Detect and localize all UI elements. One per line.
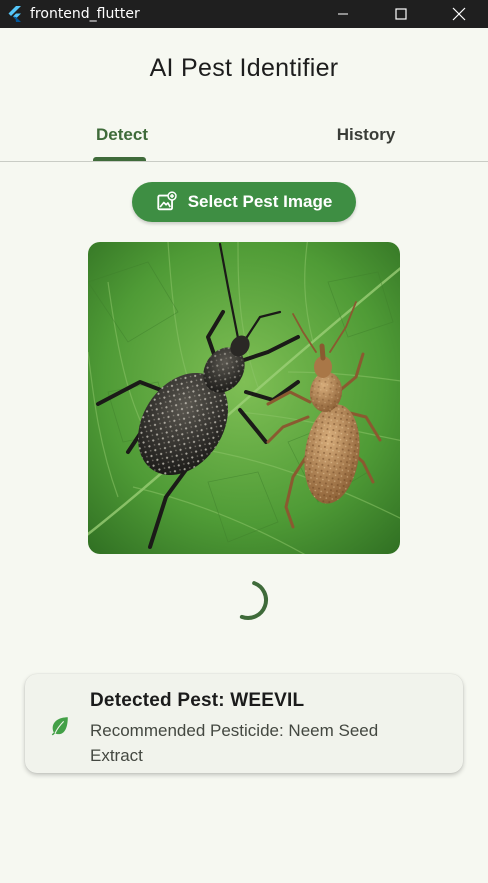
minimize-button[interactable] [314, 0, 372, 28]
tab-detect[interactable]: Detect [0, 108, 244, 161]
weevil-photo-illustration [88, 242, 400, 554]
maximize-button[interactable] [372, 0, 430, 28]
window-titlebar: frontend_flutter [0, 0, 488, 28]
page-title: AI Pest Identifier [149, 53, 339, 82]
flutter-logo-icon [8, 6, 21, 22]
tab-indicator [93, 157, 146, 161]
close-icon [452, 7, 466, 21]
select-pest-image-label: Select Pest Image [187, 192, 333, 211]
add-photo-icon [157, 191, 177, 211]
select-pest-image-button[interactable]: Select Pest Image [132, 182, 356, 222]
tab-bar: Detect History [0, 108, 488, 162]
pest-photo [88, 242, 400, 554]
window-controls [314, 0, 488, 28]
result-card: Detected Pest: WEEVIL Recommended Pestic… [25, 674, 463, 773]
window-title: frontend_flutter [30, 6, 140, 22]
tab-history[interactable]: History [244, 108, 488, 161]
detected-pest-title: Detected Pest: WEEVIL [90, 690, 305, 711]
loading-spinner [239, 581, 268, 620]
leaf-icon [51, 717, 68, 736]
maximize-icon [395, 8, 407, 20]
app-bar: AI Pest Identifier [0, 28, 488, 108]
minimize-icon [338, 13, 348, 15]
recommended-pesticide-text: Recommended Pesticide: Neem Seed Extract [90, 721, 379, 765]
close-button[interactable] [430, 0, 488, 28]
